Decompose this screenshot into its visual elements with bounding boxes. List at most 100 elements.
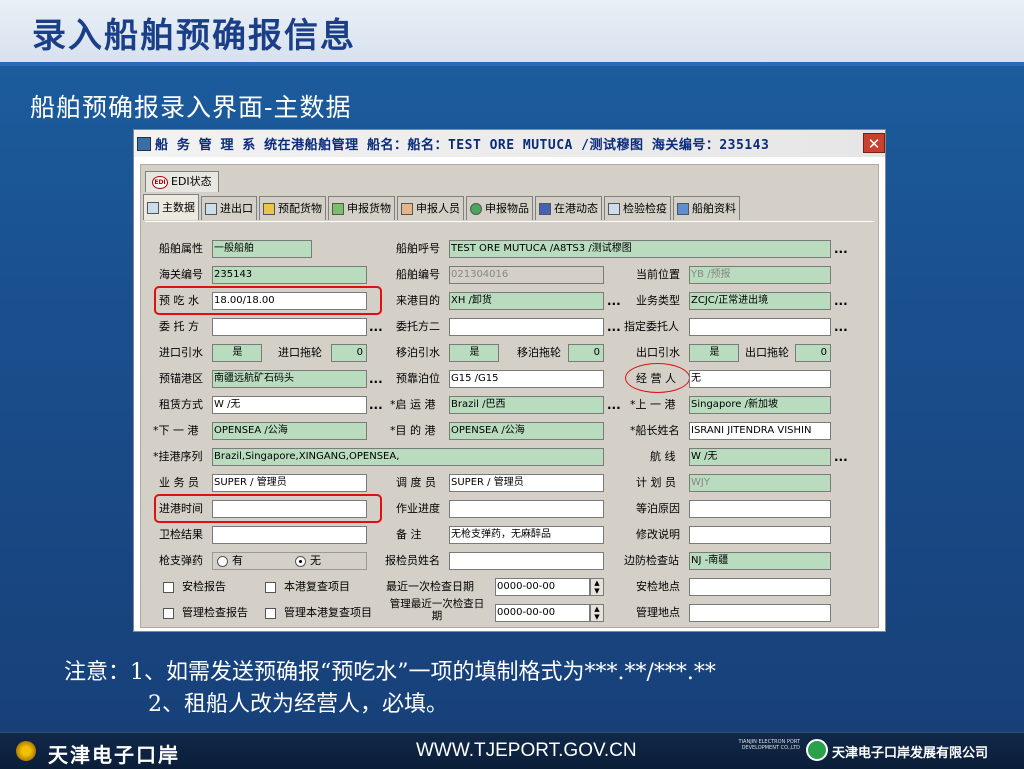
arrival-time-highlight [154, 494, 382, 523]
charter-field[interactable]: W /无 [212, 396, 367, 414]
window-title: 船 务 管 理 系 统在港船舶管理 船名：船名：TEST ORE MUTUCA … [155, 138, 770, 153]
port-recheck-checkbox[interactable] [265, 582, 276, 593]
client-ellipsis-button[interactable]: ... [369, 320, 383, 334]
mgmt-last-inspect-date-field[interactable]: 0000-00-00 [495, 604, 590, 622]
label-prev-port: *上 一 港 [630, 398, 676, 411]
tab-declare-crew[interactable]: 申报人员 [397, 196, 464, 220]
tab-preload-cargo[interactable]: 预配货物 [259, 196, 326, 220]
border-station-field[interactable]: NJ -南疆 [689, 552, 831, 570]
mgmt-place-field[interactable] [689, 604, 831, 622]
shift-tug-field[interactable]: 0 [568, 344, 604, 362]
mgmt-recheck-checkbox[interactable] [265, 608, 276, 619]
mgmt-report-checkbox[interactable] [163, 608, 174, 619]
captain-field[interactable]: ISRANI JITENDRA VISHIN [689, 422, 831, 440]
remark-field[interactable]: 无枪支弹药，无麻醉品 [449, 526, 604, 544]
planner-field[interactable]: WJY [689, 474, 831, 492]
out-tug-field[interactable]: 0 [795, 344, 831, 362]
charter-ellipsis-button[interactable]: ... [369, 398, 383, 412]
note-line-1: 注意：1、如需发送预确报“预吃水”一项的填制格式为***.**/***.** [64, 660, 716, 685]
prev-port-field[interactable]: Singapore /新加坡 [689, 396, 831, 414]
label-arms: 枪支弹药 [159, 554, 203, 567]
mgmt-report-label: 管理检查报告 [182, 606, 248, 619]
main-panel: EDI EDI状态 主数据 进出口 预配货物 申报货物 申报人员 申报物品 在港… [140, 164, 879, 628]
shift-pilot-field[interactable]: 是 [449, 344, 499, 362]
purpose-ellipsis-button[interactable]: ... [607, 294, 621, 308]
tab-edi-status[interactable]: EDI EDI状态 [145, 171, 219, 192]
mgmt-recheck-label: 管理本港复查项目 [284, 606, 372, 619]
inspection-icon [608, 202, 620, 215]
in-tug-field[interactable]: 0 [331, 344, 367, 362]
dep-port-field[interactable]: Brazil /巴西 [449, 396, 604, 414]
edit-note-field[interactable] [689, 526, 831, 544]
app-icon [137, 136, 151, 151]
call-sign-field[interactable]: TEST ORE MUTUCA /A8TS3 /测试穆图 [449, 240, 831, 258]
biz-type-field[interactable]: ZCJC/正常进出境 [689, 292, 831, 310]
out-pilot-field[interactable]: 是 [689, 344, 739, 362]
footer-english-name: TIANJIN ELECTRON PORT DEVELOPMENT CO.,LT… [738, 739, 800, 751]
footer-brand: 天津电子口岸 [48, 743, 180, 767]
port-recheck-label: 本港复查项目 [284, 580, 350, 593]
footer-url: WWW.TJEPORT.GOV.CN [416, 740, 637, 761]
mgmt-last-inspect-spinner[interactable]: ▲ ▼ [590, 604, 604, 622]
last-inspect-spinner[interactable]: ▲ ▼ [590, 578, 604, 596]
tab-label: 检验检疫 [623, 201, 667, 215]
ship-attr-field[interactable]: 一般船舶 [212, 240, 312, 258]
arms-yes-radio[interactable] [217, 556, 228, 567]
window-titlebar[interactable]: 船 务 管 理 系 统在港船舶管理 船名：船名：TEST ORE MUTUCA … [134, 130, 885, 157]
client2-field[interactable] [449, 318, 604, 336]
dispatcher-field[interactable]: SUPER / 管理员 [449, 474, 604, 492]
ship-no-field[interactable]: 021304016 [449, 266, 604, 284]
client2-ellipsis-button[interactable]: ... [607, 320, 621, 334]
anchorage-field[interactable]: 南疆远航矿石码头 [212, 370, 367, 388]
tab-label: 在港动态 [554, 201, 598, 215]
tab-inspection[interactable]: 检验检疫 [604, 196, 671, 220]
customs-no-field[interactable]: 235143 [212, 266, 367, 284]
security-place-field[interactable] [689, 578, 831, 596]
tab-ship-info[interactable]: 船舶资料 [673, 196, 740, 220]
port-seq-field[interactable]: Brazil,Singapore,XINGANG,OPENSEA, [212, 448, 604, 466]
app-window: 船 务 管 理 系 统在港船舶管理 船名：船名：TEST ORE MUTUCA … [133, 129, 886, 632]
label-planner: 计 划 员 [636, 476, 676, 489]
call-sign-ellipsis-button[interactable]: ... [834, 242, 848, 256]
tab-declare-cargo[interactable]: 申报货物 [328, 196, 395, 220]
designated-client-ellipsis-button[interactable]: ... [834, 320, 848, 334]
health-result-field[interactable] [212, 526, 367, 544]
import-export-icon [205, 202, 217, 215]
arms-no-radio[interactable] [295, 556, 306, 567]
operator-field[interactable]: 无 [689, 370, 831, 388]
label-in-tug: 进口拖轮 [278, 346, 322, 359]
inspector-field[interactable] [449, 552, 604, 570]
security-report-checkbox[interactable] [163, 582, 174, 593]
biz-type-ellipsis-button[interactable]: ... [834, 294, 848, 308]
label-dispatcher: 调 度 员 [396, 476, 436, 489]
goods-icon [470, 202, 482, 215]
label-anchorage: 预锚港区 [159, 372, 203, 385]
label-dep-port: *启 运 港 [390, 398, 436, 411]
dest-port-field[interactable]: OPENSEA /公海 [449, 422, 604, 440]
route-ellipsis-button[interactable]: ... [834, 450, 848, 464]
last-inspect-date-field[interactable]: 0000-00-00 [495, 578, 590, 596]
tab-main-data[interactable]: 主数据 [143, 194, 199, 220]
progress-field[interactable] [449, 500, 604, 518]
label-client: 委 托 方 [159, 320, 199, 333]
tab-declare-goods[interactable]: 申报物品 [466, 196, 533, 220]
designated-client-field[interactable] [689, 318, 831, 336]
tab-import-export[interactable]: 进出口 [201, 196, 257, 220]
label-client2: 委托方二 [396, 320, 440, 333]
dep-port-ellipsis-button[interactable]: ... [607, 398, 621, 412]
anchorage-ellipsis-button[interactable]: ... [369, 372, 383, 386]
tab-port-status[interactable]: 在港动态 [535, 196, 602, 220]
clerk-field[interactable]: SUPER / 管理员 [212, 474, 367, 492]
route-field[interactable]: W /无 [689, 448, 831, 466]
berth-field[interactable]: G15 /G15 [449, 370, 604, 388]
declare-cargo-icon [332, 202, 344, 215]
close-button[interactable]: ✕ [863, 133, 885, 153]
next-port-field[interactable]: OPENSEA /公海 [212, 422, 367, 440]
client-field[interactable] [212, 318, 367, 336]
purpose-field[interactable]: XH /卸货 [449, 292, 604, 310]
wait-reason-field[interactable] [689, 500, 831, 518]
current-pos-field[interactable]: YB /预报 [689, 266, 831, 284]
cargo-icon [263, 202, 275, 215]
tab-bar: 主数据 进出口 预配货物 申报货物 申报人员 申报物品 在港动态 检验检疫 船舶… [143, 194, 742, 220]
in-pilot-field[interactable]: 是 [212, 344, 262, 362]
